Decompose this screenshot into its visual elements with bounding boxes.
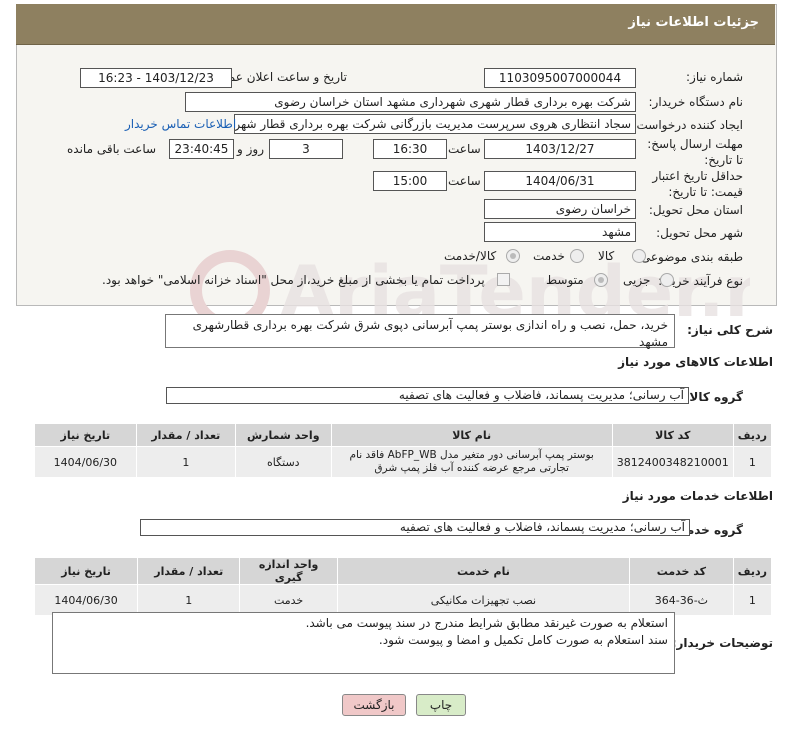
services-cell-code: ث-36-364 — [628, 584, 734, 616]
validity-date-field: 1404/06/31 — [484, 171, 636, 191]
category-radio-goods[interactable] — [632, 249, 646, 263]
buyer-notes-textarea[interactable]: استعلام به صورت غیرنقد مطابق شرایط مندرج… — [52, 612, 675, 674]
need-number-label: شماره نیاز: — [686, 70, 743, 84]
goods-col-row: ردیف — [732, 423, 773, 447]
services-cell-unit: خدمت — [239, 584, 338, 616]
summary-textarea[interactable]: خرید، حمل، نصب و راه اندازی بوستر پمپ آب… — [165, 314, 675, 349]
goods-col-unit: واحد شمارش — [234, 423, 332, 447]
goods-col-date: تاریخ نیاز — [34, 423, 137, 447]
deadline-label: مهلت ارسال پاسخ: تا تاریخ: — [647, 137, 743, 167]
services-table-header: ردیف کد خدمت نام خدمت واحد اندازه گیری ت… — [33, 557, 773, 585]
services-table: ردیف کد خدمت نام خدمت واحد اندازه گیری ت… — [33, 557, 773, 616]
services-col-unit: واحد اندازه گیری — [239, 557, 338, 585]
treasury-payment-checkbox[interactable] — [497, 273, 510, 286]
services-section-title: اطلاعات خدمات مورد نیاز — [622, 489, 773, 503]
validity-label: حداقل تاریخ اعتبار قیمت: تا تاریخ: — [652, 169, 743, 199]
deadline-time-field: 16:30 — [373, 139, 447, 159]
deadline-date-field: 1403/12/27 — [484, 139, 636, 159]
validity-time-field: 15:00 — [373, 171, 447, 191]
summary-label: شرح کلی نیاز: — [687, 323, 773, 337]
goods-table: ردیف کد کالا نام کالا واحد شمارش تعداد /… — [34, 423, 773, 478]
goods-cell-name: بوستر پمپ آبرسانی دور متغیر مدل AbFP_WB … — [330, 446, 613, 478]
print-button[interactable]: چاپ — [416, 694, 466, 716]
remaining-label: ساعت باقی مانده — [67, 142, 157, 156]
goods-cell-date: 1404/06/30 — [34, 446, 137, 478]
services-cell-date: 1404/06/30 — [33, 584, 139, 616]
services-col-qty: تعداد / مقدار — [137, 557, 241, 585]
services-cell-name: نصب تجهیزات مکانیکی — [336, 584, 630, 616]
panel-header: جزئیات اطلاعات نیاز — [16, 4, 775, 45]
treasury-payment-note: پرداخت تمام یا بخشی از مبلغ خرید،از محل … — [102, 273, 485, 287]
validity-time-label: ساعت — [448, 174, 481, 188]
buyer-notes-label: توضیحات خریدار: — [671, 636, 773, 650]
days-label: روز و — [237, 142, 264, 156]
purchase-radio-minor[interactable] — [660, 273, 674, 287]
category-label: طبقه بندی موضوعی: — [636, 250, 743, 264]
goods-cell-row: 1 — [732, 446, 773, 478]
city-label: شهر محل تحویل: — [656, 226, 743, 240]
goods-group-label: گروه کالا: — [684, 390, 743, 404]
purchase-option-minor: جزیی — [623, 273, 651, 287]
services-cell-row: 1 — [732, 584, 773, 616]
services-col-date: تاریخ نیاز — [33, 557, 139, 585]
province-label: استان محل تحویل: — [648, 203, 743, 217]
buyer-org-label: نام دستگاه خریدار: — [648, 95, 744, 109]
remaining-time-field: 23:40:45 — [169, 139, 234, 159]
goods-cell-code: 3812400348210001 — [611, 446, 734, 478]
goods-section-title: اطلاعات کالاهای مورد نیاز — [618, 355, 773, 369]
province-field: خراسان رضوی — [484, 199, 636, 219]
services-col-name: نام خدمت — [336, 557, 630, 585]
buyer-notes-line-1: استعلام به صورت غیرنقد مطابق شرایط مندرج… — [305, 616, 668, 630]
purchase-radio-medium[interactable] — [594, 273, 608, 287]
purchase-option-medium: متوسط — [546, 273, 584, 287]
category-option-service: خدمت — [533, 249, 565, 263]
requester-label: ایجاد کننده درخواست: — [632, 118, 743, 132]
services-col-row: ردیف — [732, 557, 773, 585]
panel-title: جزئیات اطلاعات نیاز — [628, 15, 759, 30]
category-radio-service[interactable] — [570, 249, 584, 263]
deadline-time-label: ساعت — [448, 142, 481, 156]
category-option-goods-service: کالا/خدمت — [444, 249, 497, 263]
services-col-code: کد خدمت — [628, 557, 734, 585]
goods-table-header: ردیف کد کالا نام کالا واحد شمارش تعداد /… — [34, 423, 773, 447]
back-button[interactable]: بازگشت — [342, 694, 406, 716]
goods-cell-qty: 1 — [135, 446, 236, 478]
buyer-notes-line-2: سند استعلام به صورت کامل تکمیل و امضا و … — [378, 633, 668, 647]
goods-col-code: کد کالا — [611, 423, 734, 447]
services-cell-qty: 1 — [137, 584, 241, 616]
requester-field: سجاد انتظاری هروی سرپرست مدیریت بازرگانی… — [234, 114, 636, 134]
announce-field: 1403/12/23 - 16:23 — [80, 68, 232, 88]
goods-col-qty: تعداد / مقدار — [135, 423, 236, 447]
days-field: 3 — [269, 139, 343, 159]
goods-cell-unit: دستگاه — [234, 446, 332, 478]
buyer-org-field: شرکت بهره برداری قطار شهری شهرداری مشهد … — [185, 92, 636, 112]
table-row: 1 3812400348210001 بوستر پمپ آبرسانی دور… — [34, 446, 773, 478]
goods-col-name: نام کالا — [330, 423, 613, 447]
need-number-field: 1103095007000044 — [484, 68, 636, 88]
goods-group-field: آب رسانی؛ مدیریت پسماند، فاضلاب و فعالیت… — [166, 387, 689, 404]
summary-text: خرید، حمل، نصب و راه اندازی بوستر پمپ آب… — [192, 318, 668, 349]
buyer-contact-link[interactable]: اطلاعات تماس خریدار — [125, 117, 236, 131]
category-radio-goods-service[interactable] — [506, 249, 520, 263]
services-group-field: آب رسانی؛ مدیریت پسماند، فاضلاب و فعالیت… — [140, 519, 690, 536]
city-field: مشهد — [484, 222, 636, 242]
table-row: 1 ث-36-364 نصب تجهیزات مکانیکی خدمت 1 14… — [33, 584, 773, 616]
category-option-goods: کالا — [598, 249, 615, 263]
